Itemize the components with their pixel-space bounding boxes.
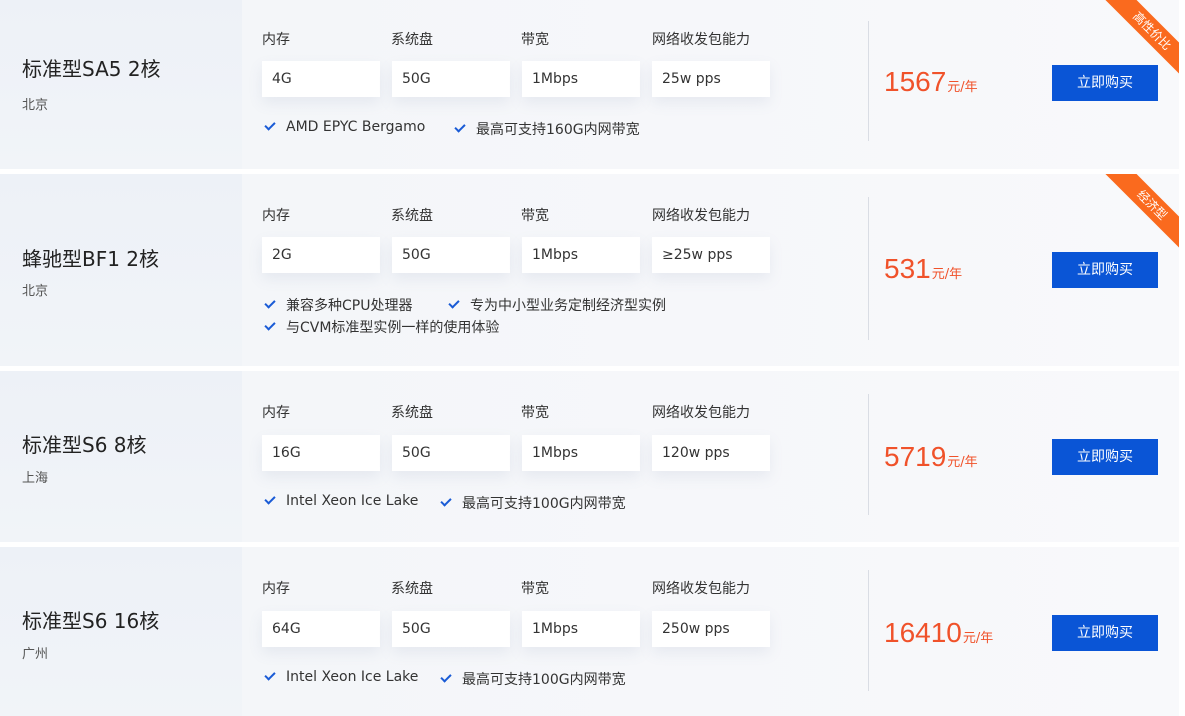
memory-value: 16G (262, 435, 380, 471)
product-title: 标准型SA5 2核 (22, 57, 161, 81)
disk-label: 系统盘 (391, 208, 433, 224)
price-value: 531 (884, 253, 931, 284)
bandwidth-value: 1Mbps (522, 237, 640, 273)
feature-text: 专为中小型业务定制经济型实例 (470, 298, 666, 314)
price: 531元/年 (884, 253, 962, 285)
product-list: 标准型SA5 2核 北京 内存 系统盘 带宽 网络收发包能力 4G 50G 1M… (0, 0, 1185, 716)
feature-text: 最高可支持100G内网带宽 (462, 672, 626, 688)
disk-value: 50G (392, 61, 510, 97)
feature-text: 最高可支持160G内网带宽 (476, 122, 640, 138)
bandwidth-value: 1Mbps (522, 611, 640, 647)
feature-text: 兼容多种CPU处理器 (286, 298, 413, 314)
check-icon (440, 671, 452, 683)
product-card: 标准型S6 8核 上海 内存 系统盘 带宽 网络收发包能力 16G 50G 1M… (0, 371, 1179, 542)
bandwidth-value: 1Mbps (522, 61, 640, 97)
pps-label: 网络收发包能力 (652, 581, 750, 597)
memory-value: 4G (262, 61, 380, 97)
check-icon (264, 493, 276, 505)
buy-button[interactable]: 立即购买 (1052, 439, 1158, 475)
feature-item: 最高可支持160G内网带宽 (454, 119, 640, 139)
bandwidth-label: 带宽 (521, 581, 549, 597)
disk-value: 50G (392, 611, 510, 647)
disk-label: 系统盘 (391, 581, 433, 597)
product-region: 北京 (22, 284, 49, 299)
buy-button[interactable]: 立即购买 (1052, 615, 1158, 651)
bandwidth-label: 带宽 (521, 405, 549, 421)
ribbon-badge: 经济型 (1105, 174, 1179, 252)
feature-item: Intel Xeon Ice Lake (264, 493, 419, 509)
disk-label: 系统盘 (391, 405, 433, 421)
check-icon (454, 121, 466, 133)
bandwidth-label: 带宽 (521, 208, 549, 224)
feature-item: 最高可支持100G内网带宽 (440, 669, 626, 689)
feature-text: Intel Xeon Ice Lake (286, 669, 419, 685)
disk-value: 50G (392, 237, 510, 273)
pps-value: ≥25w pps (652, 237, 770, 273)
memory-value: 2G (262, 237, 380, 273)
price: 5719元/年 (884, 441, 978, 473)
price: 1567元/年 (884, 66, 978, 98)
product-info-panel (0, 0, 242, 169)
product-card: 蜂驰型BF1 2核 北京 内存 系统盘 带宽 网络收发包能力 2G 50G 1M… (0, 174, 1179, 366)
divider (868, 394, 869, 515)
check-icon (440, 495, 452, 507)
price-value: 16410 (884, 617, 962, 648)
pps-value: 25w pps (652, 61, 770, 97)
bandwidth-value: 1Mbps (522, 435, 640, 471)
feature-text: AMD EPYC Bergamo (286, 119, 426, 135)
product-region: 北京 (22, 98, 49, 113)
price-value: 1567 (884, 66, 947, 97)
disk-value: 50G (392, 435, 510, 471)
product-card: 标准型S6 16核 广州 内存 系统盘 带宽 网络收发包能力 64G 50G 1… (0, 547, 1179, 716)
product-title: 标准型S6 8核 (22, 433, 147, 457)
feature-item: 兼容多种CPU处理器 (264, 295, 413, 315)
product-title: 标准型S6 16核 (22, 609, 160, 633)
check-icon (264, 119, 276, 131)
product-title: 蜂驰型BF1 2核 (22, 247, 160, 271)
divider (868, 570, 869, 691)
price-unit: 元/年 (947, 455, 978, 470)
pps-label: 网络收发包能力 (652, 405, 750, 421)
check-icon (448, 297, 460, 309)
memory-value: 64G (262, 611, 380, 647)
pps-value: 120w pps (652, 435, 770, 471)
product-region: 广州 (22, 647, 49, 662)
check-icon (264, 669, 276, 681)
pps-label: 网络收发包能力 (652, 32, 750, 48)
buy-button[interactable]: 立即购买 (1052, 252, 1158, 288)
memory-label: 内存 (262, 405, 290, 421)
price-unit: 元/年 (947, 80, 978, 95)
memory-label: 内存 (262, 208, 290, 224)
pps-label: 网络收发包能力 (652, 208, 750, 224)
memory-label: 内存 (262, 32, 290, 48)
feature-item: 与CVM标准型实例一样的使用体验 (264, 317, 500, 337)
divider (868, 21, 869, 141)
product-card: 标准型SA5 2核 北京 内存 系统盘 带宽 网络收发包能力 4G 50G 1M… (0, 0, 1179, 169)
price-value: 5719 (884, 441, 947, 472)
check-icon (264, 297, 276, 309)
buy-button[interactable]: 立即购买 (1052, 65, 1158, 101)
divider (868, 197, 869, 340)
price-unit: 元/年 (931, 267, 963, 282)
disk-label: 系统盘 (391, 32, 433, 48)
feature-text: 与CVM标准型实例一样的使用体验 (286, 320, 500, 336)
check-icon (264, 319, 276, 331)
feature-item: 专为中小型业务定制经济型实例 (448, 295, 666, 315)
price-unit: 元/年 (962, 631, 994, 646)
product-region: 上海 (22, 471, 49, 486)
pps-value: 250w pps (652, 611, 770, 647)
feature-text: 最高可支持100G内网带宽 (462, 496, 626, 512)
memory-label: 内存 (262, 581, 290, 597)
price: 16410元/年 (884, 617, 993, 649)
feature-item: Intel Xeon Ice Lake (264, 669, 419, 685)
bandwidth-label: 带宽 (521, 32, 549, 48)
feature-item: 最高可支持100G内网带宽 (440, 493, 626, 513)
feature-item: AMD EPYC Bergamo (264, 119, 426, 135)
feature-text: Intel Xeon Ice Lake (286, 493, 419, 509)
